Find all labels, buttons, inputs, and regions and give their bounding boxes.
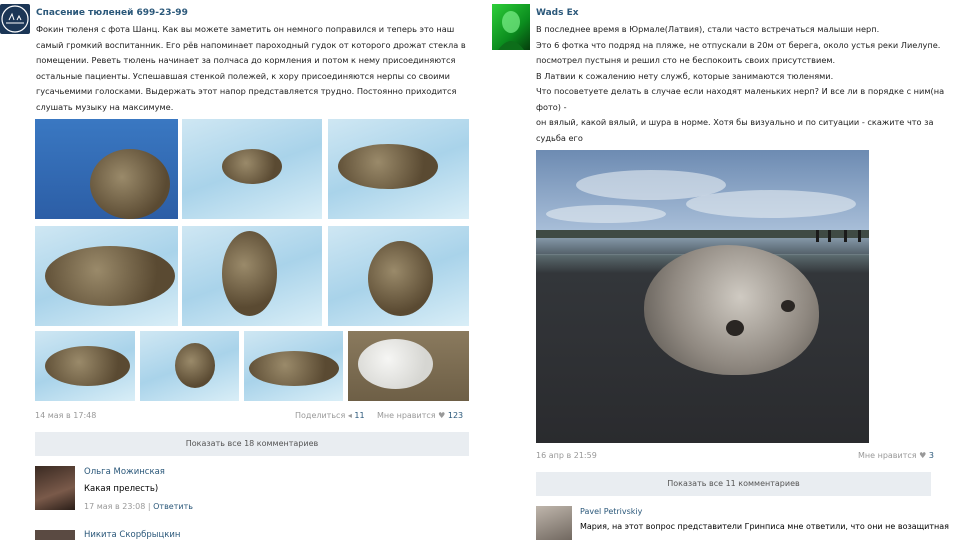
comment-date[interactable]: 17 мая в 23:08 (84, 502, 145, 511)
like-button[interactable]: Мне нравится ♥ 123 (377, 411, 463, 420)
like-count: 3 (928, 451, 934, 460)
post-text: Фокин тюленя с фота Шанц. Как вы можете … (36, 24, 466, 112)
group-avatar[interactable] (0, 4, 30, 34)
megaphone-icon: ◂ (347, 411, 352, 420)
seal-photo[interactable] (140, 331, 239, 401)
reply-link[interactable]: Ответить (153, 502, 193, 511)
seal-beach-photo[interactable] (536, 150, 869, 443)
commenter-avatar[interactable] (536, 506, 572, 540)
seal-photo[interactable] (182, 119, 322, 219)
share-label: Поделиться (295, 411, 346, 420)
post-date[interactable]: 14 мая в 17:48 (35, 411, 96, 420)
heart-icon: ♥ (438, 411, 446, 420)
comment-author[interactable]: Ольга Можинская (84, 467, 165, 477)
show-comments-button[interactable]: Показать все 18 комментариев (35, 432, 469, 456)
like-button[interactable]: Мне нравится ♥ 3 (858, 451, 934, 460)
text-line: Это 6 фотка что подряд на пляже, не отпу… (536, 39, 941, 50)
comment-meta: 17 мая в 23:08 | Ответить (84, 502, 193, 511)
post-date[interactable]: 16 апр в 21:59 (536, 451, 597, 460)
seal-photo[interactable] (182, 226, 322, 326)
seal-photo[interactable] (328, 119, 469, 219)
text-line: В последнее время в Юрмале(Латвия), стал… (536, 24, 880, 34)
like-label: Мне нравится (377, 411, 436, 420)
share-count: 11 (354, 411, 365, 420)
seal-photo[interactable] (35, 226, 178, 326)
text-line: он вялый, какой вялый, и шура в норме. Х… (536, 117, 934, 143)
harbor-logo-icon (1, 5, 29, 33)
seal-photo[interactable] (35, 331, 135, 401)
share-button[interactable]: Поделиться ◂ 11 (295, 411, 365, 420)
text-line: Что посоветуете делать в случае если нах… (536, 86, 945, 112)
show-comments-button[interactable]: Показать все 11 комментариев (536, 472, 931, 496)
seal-photo[interactable] (35, 119, 178, 219)
seal-pup-photo[interactable] (348, 331, 469, 401)
user-avatar[interactable] (492, 4, 530, 50)
comment-text: Какая прелесть) (84, 484, 159, 494)
post-author[interactable]: Wads Ex (536, 8, 579, 18)
text-line: посмотрел пустыня и решил сто не беспоко… (536, 55, 836, 65)
seal-photo[interactable] (244, 331, 343, 401)
heart-icon: ♥ (919, 451, 927, 460)
comment-text: Мария, на этот вопрос представители Грин… (580, 522, 949, 531)
comment-author[interactable]: Pavel Petrivskiy (580, 507, 642, 516)
like-label: Мне нравится (858, 451, 917, 460)
text-line: В Латвии к сожалению нету служб, которые… (536, 70, 834, 81)
seal-photo[interactable] (328, 226, 469, 326)
like-count: 123 (447, 411, 464, 420)
portrait-icon (498, 11, 524, 50)
commenter-avatar[interactable] (35, 466, 75, 510)
post-author[interactable]: Спасение тюленей 699-23-99 (36, 8, 188, 18)
next-commenter-avatar[interactable] (35, 530, 75, 540)
next-comment-author[interactable]: Никита Скорбрыцкин (84, 530, 180, 540)
